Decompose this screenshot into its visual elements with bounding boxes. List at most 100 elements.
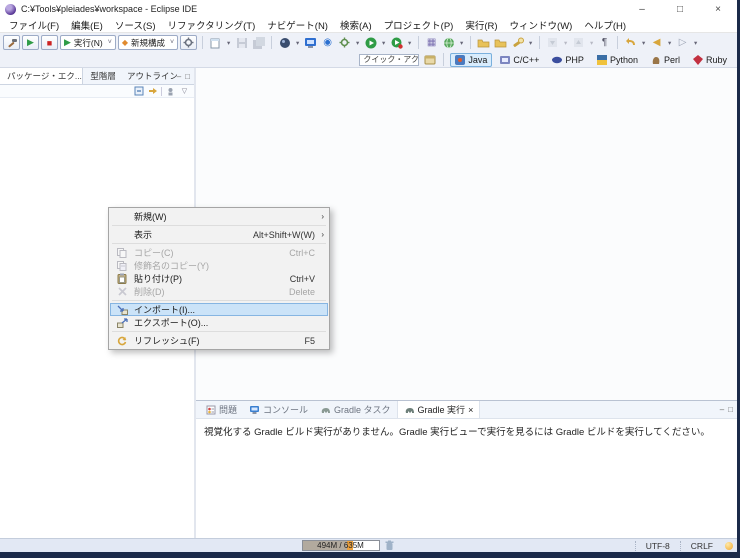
tab-gradle-tasks[interactable]: Gradle タスク bbox=[314, 401, 397, 418]
console-button[interactable] bbox=[303, 35, 318, 50]
run-last-button[interactable]: ▶ bbox=[22, 35, 39, 50]
menu-run[interactable]: 実行(R) bbox=[459, 18, 503, 32]
menu-window[interactable]: ウィンドウ(W) bbox=[504, 18, 579, 32]
perspective-python[interactable]: Python bbox=[592, 53, 643, 67]
menu-file[interactable]: ファイル(F) bbox=[3, 18, 65, 32]
link-editor-icon[interactable] bbox=[147, 86, 158, 97]
back-arrow-icon: ◀ bbox=[653, 37, 661, 48]
chevron-down-icon[interactable]: ▾ bbox=[640, 39, 647, 47]
menu-project[interactable]: プロジェクト(P) bbox=[378, 18, 460, 32]
show-whitespace-button[interactable]: ¶ bbox=[597, 35, 612, 50]
view-menu-icon[interactable]: ▽ bbox=[179, 86, 190, 97]
menu-source[interactable]: ソース(S) bbox=[109, 18, 162, 32]
open-perspective-button[interactable] bbox=[422, 52, 437, 67]
quick-access-input[interactable]: クイック・アクセス bbox=[359, 54, 419, 66]
tab-type-hierarchy[interactable]: 型階層 bbox=[83, 68, 120, 84]
chevron-down-icon[interactable]: ▾ bbox=[380, 39, 387, 47]
perspective-java[interactable]: Java bbox=[450, 53, 492, 67]
perspective-ruby[interactable]: Ruby bbox=[688, 53, 732, 67]
search-button[interactable] bbox=[510, 35, 525, 50]
save-all-button bbox=[251, 35, 266, 50]
chevron-down-icon[interactable]: ▾ bbox=[692, 39, 699, 47]
tip-bulb-icon[interactable] bbox=[725, 542, 733, 550]
new-wizard-button[interactable] bbox=[208, 35, 223, 50]
toolbar-separator bbox=[202, 36, 203, 49]
close-tab-icon[interactable]: × bbox=[468, 405, 473, 415]
perspective-php[interactable]: PHP bbox=[547, 53, 589, 67]
menu-help[interactable]: ヘルプ(H) bbox=[578, 18, 632, 32]
tab-gradle-executions[interactable]: Gradle 実行 × bbox=[397, 401, 481, 418]
tab-label: コンソール bbox=[263, 403, 308, 416]
perspective-cpp[interactable]: C/C++ bbox=[495, 53, 544, 67]
minimize-view-icon[interactable]: – bbox=[177, 72, 181, 81]
stop-button[interactable]: ■ bbox=[41, 35, 58, 50]
menu-item-show-in[interactable]: 表示 Alt+Shift+W(W) › bbox=[110, 228, 328, 241]
encoding-indicator[interactable]: UTF-8 bbox=[635, 541, 680, 551]
menu-navigate[interactable]: ナビゲート(N) bbox=[261, 18, 334, 32]
menu-item-paste[interactable]: 貼り付け(P) Ctrl+V bbox=[110, 272, 328, 285]
view-toolbar: ▽ bbox=[0, 85, 194, 98]
tab-label: パッケージ・エク... bbox=[7, 70, 82, 82]
focus-icon[interactable] bbox=[165, 86, 176, 97]
hierarchy-icon bbox=[87, 71, 88, 81]
chevron-down-icon[interactable]: ▾ bbox=[458, 39, 465, 47]
close-button[interactable]: × bbox=[699, 0, 737, 18]
debug-button[interactable] bbox=[277, 35, 292, 50]
menu-refactor[interactable]: リファクタリング(T) bbox=[162, 18, 262, 32]
chevron-down-icon[interactable]: ▾ bbox=[406, 39, 413, 47]
back-button[interactable]: ◀ bbox=[649, 35, 664, 50]
bottom-view-panel: 問題 コンソール Gradle タスク Gradle 実行 × bbox=[196, 400, 737, 538]
collapse-all-icon[interactable] bbox=[133, 86, 144, 97]
chevron-down-icon[interactable]: ▾ bbox=[294, 39, 301, 47]
menu-item-new[interactable]: 新規(W) › bbox=[110, 210, 328, 223]
run-config-combo[interactable]: ▶ 実行(N) ˅ bbox=[60, 35, 116, 50]
chevron-down-icon: ▾ bbox=[588, 39, 595, 47]
open-task-button[interactable] bbox=[476, 35, 491, 50]
maximize-button[interactable]: □ bbox=[661, 0, 699, 18]
perspective-perl[interactable]: Perl bbox=[646, 53, 685, 67]
statusbar: 494M / 635M UTF-8 CRLF bbox=[0, 538, 737, 552]
stop-icon: ■ bbox=[47, 38, 52, 48]
tab-package-explorer[interactable]: パッケージ・エク... × bbox=[0, 68, 83, 84]
view-toolbar-separator bbox=[161, 87, 162, 96]
last-edit-location-button[interactable] bbox=[623, 35, 638, 50]
chevron-down-icon[interactable]: ▾ bbox=[527, 39, 534, 47]
run-as-button[interactable] bbox=[363, 35, 378, 50]
chevron-down-icon: ˅ bbox=[170, 39, 174, 46]
menu-item-import[interactable]: インポート(I)... bbox=[110, 303, 328, 316]
minimize-button[interactable]: – bbox=[623, 0, 661, 18]
chevron-down-icon[interactable]: ▾ bbox=[666, 39, 673, 47]
coverage-button[interactable] bbox=[389, 35, 404, 50]
garbage-collect-button[interactable] bbox=[385, 540, 394, 551]
minimize-view-icon[interactable]: – bbox=[720, 405, 724, 414]
save-button bbox=[234, 35, 249, 50]
new-java-project-button[interactable]: ▦ bbox=[424, 35, 439, 50]
menu-item-refresh[interactable]: リフレッシュ(F) F5 bbox=[110, 334, 328, 347]
maximize-view-icon[interactable]: □ bbox=[728, 405, 733, 414]
line-delimiter-indicator[interactable]: CRLF bbox=[680, 541, 723, 551]
menu-search[interactable]: 検索(A) bbox=[334, 18, 378, 32]
menu-item-delete: 削除(D) Delete bbox=[110, 285, 328, 298]
chevron-down-icon[interactable]: ▾ bbox=[225, 39, 232, 47]
view-minmax-controls: – □ bbox=[720, 405, 737, 414]
new-config-combo[interactable]: ◆ 新規構成 ˅ bbox=[118, 35, 178, 50]
perspective-label: Perl bbox=[664, 55, 680, 65]
open-resource-button[interactable] bbox=[493, 35, 508, 50]
run-external-button[interactable]: ◉ bbox=[320, 35, 335, 50]
maximize-view-icon[interactable]: □ bbox=[185, 72, 190, 81]
forward-button[interactable]: ▷ bbox=[675, 35, 690, 50]
view-minmax-controls: – □ bbox=[177, 68, 194, 84]
tab-problems[interactable]: 問題 bbox=[200, 401, 243, 418]
build-all-button[interactable] bbox=[3, 35, 20, 50]
php-perspective-icon bbox=[552, 55, 562, 65]
menu-edit[interactable]: 編集(E) bbox=[65, 18, 109, 32]
chevron-down-icon[interactable]: ▾ bbox=[354, 39, 361, 47]
manage-config-button[interactable] bbox=[180, 35, 197, 50]
pilcrow-icon: ¶ bbox=[602, 37, 607, 48]
menu-item-export[interactable]: エクスポート(O)... bbox=[110, 316, 328, 329]
tab-console[interactable]: コンソール bbox=[243, 401, 314, 418]
context-menu: 新規(W) › 表示 Alt+Shift+W(W) › コピー(C) Ctrl+… bbox=[108, 207, 330, 350]
open-web-browser-button[interactable] bbox=[441, 35, 456, 50]
external-tools-button[interactable] bbox=[337, 35, 352, 50]
tab-outline[interactable]: アウトライン bbox=[120, 68, 177, 84]
